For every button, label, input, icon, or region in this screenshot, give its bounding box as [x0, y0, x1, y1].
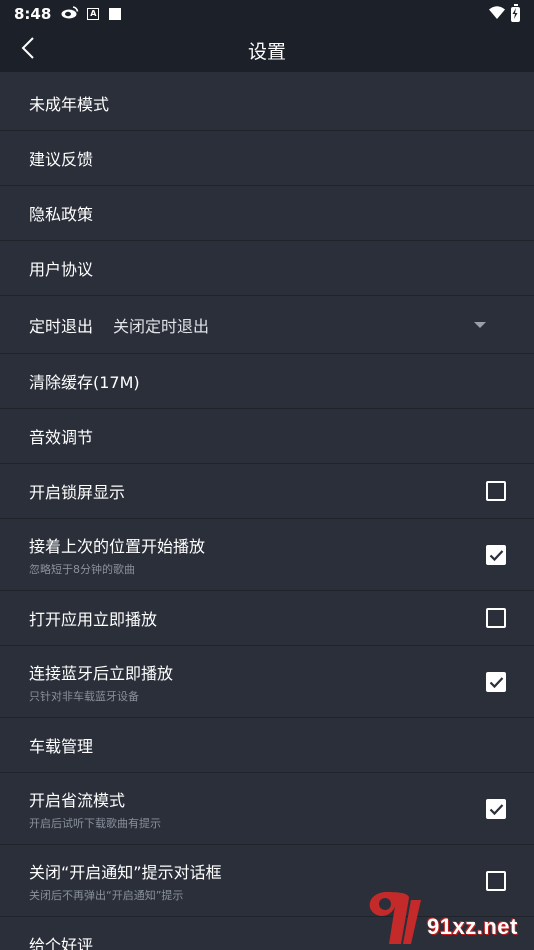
check-icon [489, 676, 504, 688]
lockscreen-checkbox[interactable] [486, 481, 506, 501]
settings-item-subtext: 关闭后不再弹出“开启通知”提示 [29, 888, 184, 902]
settings-item-label: 车载管理 [29, 737, 94, 756]
back-button[interactable] [14, 36, 42, 64]
a-icon: A [87, 8, 100, 20]
timer-exit-select[interactable]: 关闭定时退出 [113, 313, 209, 337]
settings-item-label: 清除缓存(17M) [29, 373, 140, 392]
weibo-icon [61, 5, 79, 23]
dropdown-arrow-icon[interactable] [474, 321, 486, 328]
settings-item-label: 给个好评 [29, 936, 94, 950]
settings-item-texts: 连接蓝牙后立即播放 只针对非车载蓝牙设备 [29, 660, 173, 704]
settings-item-texts: 接着上次的位置开始播放 忽略短于8分钟的歌曲 [29, 533, 205, 577]
app-bar: 设置 [0, 28, 534, 72]
settings-item-label: 开启省流模式 [29, 790, 126, 810]
bluetooth-checkbox[interactable] [486, 671, 506, 692]
settings-item-label: 用户协议 [29, 260, 94, 279]
settings-item-subtext: 只针对非车载蓝牙设备 [29, 689, 139, 703]
check-icon [489, 549, 504, 561]
settings-list: 未成年模式 建议反馈 隐私政策 用户协议 定时退出 关闭定时退出 清除缓存(17… [0, 76, 534, 950]
data-saver-checkbox[interactable] [486, 798, 506, 819]
settings-item-texts: 关闭“开启通知”提示对话框 关闭后不再弹出“开启通知”提示 [29, 859, 222, 903]
settings-item-label: 连接蓝牙后立即播放 [29, 663, 174, 683]
settings-item-subtext: 开启后试听下载歌曲有提示 [29, 816, 161, 830]
settings-item-label: 音效调节 [29, 428, 94, 447]
settings-item-label: 打开应用立即播放 [29, 610, 158, 629]
chevron-left-icon [21, 37, 35, 63]
settings-item-texts: 开启省流模式 开启后试听下载歌曲有提示 [29, 787, 161, 831]
settings-item-autoplay-open[interactable]: 打开应用立即播放 [0, 591, 534, 646]
settings-item-clear-cache[interactable]: 清除缓存(17M) [0, 354, 534, 409]
page-title: 设置 [247, 40, 286, 63]
settings-item-label: 隐私政策 [29, 205, 94, 224]
watermark-text: 91xz.net [427, 914, 518, 939]
settings-item-resume[interactable]: 接着上次的位置开始播放 忽略短于8分钟的歌曲 [0, 519, 534, 591]
watermark: 91xz.net [359, 886, 534, 950]
settings-item-subtext: 忽略短于8分钟的歌曲 [29, 562, 135, 576]
watermark-logo [369, 892, 421, 944]
settings-item-timer-exit: 定时退出 关闭定时退出 [0, 296, 534, 354]
settings-item-label: 开启锁屏显示 [29, 483, 126, 502]
settings-item-feedback[interactable]: 建议反馈 [0, 131, 534, 186]
wifi-icon [489, 5, 505, 23]
battery-charging-icon [511, 3, 520, 22]
settings-item-data-saver[interactable]: 开启省流模式 开启后试听下载歌曲有提示 [0, 773, 534, 845]
settings-item-sound-effects[interactable]: 音效调节 [0, 409, 534, 464]
settings-item-label: 关闭“开启通知”提示对话框 [29, 862, 222, 882]
settings-item-lockscreen[interactable]: 开启锁屏显示 [0, 464, 534, 519]
status-bar: 8:48 A [0, 0, 534, 28]
settings-item-label: 建议反馈 [29, 150, 94, 169]
settings-item-label: 未成年模式 [29, 95, 110, 114]
resume-checkbox[interactable] [486, 544, 506, 565]
square-icon [109, 8, 122, 20]
status-time: 8:48 [14, 5, 52, 23]
autoplay-open-checkbox[interactable] [486, 608, 506, 628]
settings-item-minor-mode[interactable]: 未成年模式 [0, 76, 534, 131]
settings-item-user-agreement[interactable]: 用户协议 [0, 241, 534, 296]
check-icon [489, 803, 504, 815]
settings-item-bluetooth[interactable]: 连接蓝牙后立即播放 只针对非车载蓝牙设备 [0, 646, 534, 718]
settings-item-label: 定时退出 [29, 316, 94, 336]
settings-item-label: 接着上次的位置开始播放 [29, 536, 206, 556]
settings-item-privacy[interactable]: 隐私政策 [0, 186, 534, 241]
settings-item-car-manage[interactable]: 车载管理 [0, 718, 534, 773]
